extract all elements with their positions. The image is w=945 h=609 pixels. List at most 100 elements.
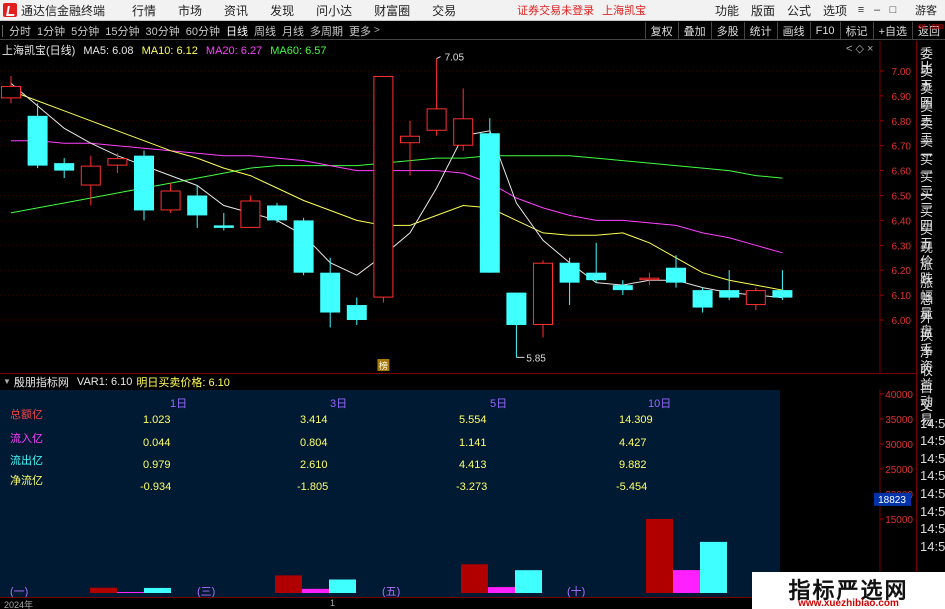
watermark-url: www.xuezhibiao.com [798, 598, 899, 609]
period-tab-weekly[interactable]: 周线 [251, 23, 279, 39]
table-cell: 5.554 [459, 414, 487, 426]
collapse-icon[interactable]: ≡ [853, 4, 869, 16]
bar-outflow [700, 541, 727, 593]
mark-button[interactable]: 标记 [839, 21, 873, 40]
settings-diamond-icon[interactable]: ◇ [856, 43, 864, 55]
candle-down [54, 163, 75, 171]
row-label-net: 净流亿 [10, 475, 43, 487]
indicator-name[interactable]: 殷朋指标网 [14, 374, 69, 390]
candle-down [586, 272, 607, 281]
f10-button[interactable]: F10 [809, 21, 840, 40]
chevron-down-icon[interactable]: ▼ [3, 377, 11, 386]
side-panel-label: 14:5 [920, 415, 945, 431]
bar-inflow [488, 587, 515, 593]
row-label-outflow: 流出亿 [10, 455, 43, 467]
candle-down [666, 267, 686, 283]
candle-up [160, 190, 181, 211]
minimize-icon[interactable]: – [869, 4, 885, 16]
period-tab-intraday[interactable]: 分时 [6, 23, 34, 39]
close-icon[interactable]: × [867, 43, 873, 55]
year-label: 2024年 [4, 600, 34, 609]
stock-title: 上海凯宝(日线) [2, 45, 76, 57]
menu-item-layout[interactable]: 版面 [745, 2, 781, 19]
event-badge-label: 榜 [379, 360, 388, 372]
side-panel-label: 14:5 [920, 521, 945, 537]
period-tab-1min[interactable]: 1分钟 [34, 23, 68, 39]
table-cell: -1.805 [297, 481, 329, 493]
table-cell: 4.427 [619, 437, 647, 449]
login-warning[interactable]: 证券交易未登录 [517, 2, 594, 18]
guest-label[interactable]: 游客 [915, 2, 937, 18]
menu-item-function[interactable]: 功能 [709, 2, 745, 19]
candle-down [612, 285, 633, 291]
candles [1, 58, 793, 358]
maximize-icon[interactable]: □ [885, 4, 901, 16]
menu-item-wealth[interactable]: 财富圈 [363, 2, 421, 19]
chevron-right-icon[interactable]: > [374, 25, 380, 36]
menu-item-formula[interactable]: 公式 [781, 2, 817, 19]
menu-item-trade[interactable]: 交易 [421, 2, 467, 19]
menu-item-options[interactable]: 选项 [817, 2, 853, 19]
bar-total [90, 587, 117, 593]
candle-up [107, 158, 128, 166]
candle-down [559, 262, 580, 283]
candle-up [426, 108, 447, 131]
add-watchlist-button[interactable]: +自选 [872, 21, 912, 40]
candle-up [373, 75, 394, 298]
low-label: 5.85 [526, 353, 546, 364]
period-tab-monthly[interactable]: 月线 [279, 23, 307, 39]
period-tab-daily[interactable]: 日线 [223, 23, 251, 39]
price-axis: 7.00 6.90 6.80 6.70 6.60 6.50 6.40 6.30 6.20 6.10… [880, 67, 911, 327]
menu-item-ask[interactable]: 问小达 [305, 2, 363, 19]
price-tick-label: 6.90 [892, 92, 912, 103]
table-cell: 4.413 [459, 459, 487, 471]
restore-rights-button[interactable]: 复权 [644, 21, 678, 40]
table-cell: -3.273 [456, 481, 488, 493]
candle-down [134, 155, 154, 211]
side-panel-label: 14:5 [920, 486, 945, 501]
candle-up [453, 118, 474, 146]
candle-down [346, 305, 367, 320]
menu-item-market[interactable]: 市场 [167, 2, 213, 19]
chevron-left-icon[interactable]: < [846, 43, 852, 55]
bar-outflow [329, 579, 356, 593]
table-cell: 0.979 [143, 459, 171, 471]
period-tab-30min[interactable]: 30分钟 [143, 23, 183, 39]
month-tick: 1 [330, 598, 336, 608]
menu-right: 功能 版面 公式 选项 ≡ – □ 游客 [709, 2, 945, 19]
quote-side-panel: 委比 卖五 卖四 卖三 卖二 卖一 买一 买二 买三 买四 买五 现价 涨跌 涨幅 总量 外盘 换手 净资 收益 自动… [916, 41, 945, 609]
period-tab-60min[interactable]: 60分钟 [183, 23, 223, 39]
bar-outflow [144, 587, 171, 593]
indicator-tick-label: 35000 [885, 415, 913, 426]
indicator-axis: 40000350003000025000200001500018823 [874, 390, 913, 597]
menu-item-quotes[interactable]: 行情 [121, 2, 167, 19]
menu-item-discover[interactable]: 发现 [259, 2, 305, 19]
period-tab-more[interactable]: 更多 [346, 23, 374, 39]
ma5-line [10, 83, 783, 299]
statistics-button[interactable]: 统计 [743, 21, 777, 40]
overlay-button[interactable]: 叠加 [677, 21, 711, 40]
app-logo-icon [3, 3, 17, 17]
period-tab-15min[interactable]: 15分钟 [102, 23, 142, 39]
candle-up [240, 200, 261, 228]
indicator-tick-label: 30000 [885, 440, 913, 451]
period-tab-5min[interactable]: 5分钟 [68, 23, 102, 39]
indicator-tick-label: 25000 [885, 465, 913, 476]
current-stock-link[interactable]: 上海凯宝 [602, 2, 646, 18]
table-cell: 1.141 [459, 437, 487, 449]
draw-line-button[interactable]: 画线 [776, 21, 810, 40]
bar-inflow [673, 570, 700, 593]
menu-item-news[interactable]: 资讯 [213, 2, 259, 19]
indicator-price-label: 明日买卖价格: 6.10 [136, 376, 230, 389]
price-tick-label: 6.60 [892, 167, 912, 178]
indicator-chart[interactable]: 40000350003000025000200001500018823 [0, 390, 916, 597]
ma60-label: MA60: 6.57 [270, 45, 327, 57]
indicator-header: ▼ 殷朋指标网 VAR1: 6.10 明日买卖价格: 6.10 [0, 373, 916, 389]
ma5-label: MA5: 6.08 [83, 45, 134, 57]
period-tab-multi[interactable]: 多周期 [307, 23, 346, 39]
multi-stock-button[interactable]: 多股 [710, 21, 744, 40]
candle-up [1, 85, 21, 99]
bar-inflow [117, 592, 144, 593]
ma20-label: MA20: 6.27 [205, 45, 263, 57]
candlestick-chart[interactable]: 7.00 6.90 6.80 6.70 6.60 6.50 6.40 6.30 6.20 6.10… [0, 41, 916, 373]
